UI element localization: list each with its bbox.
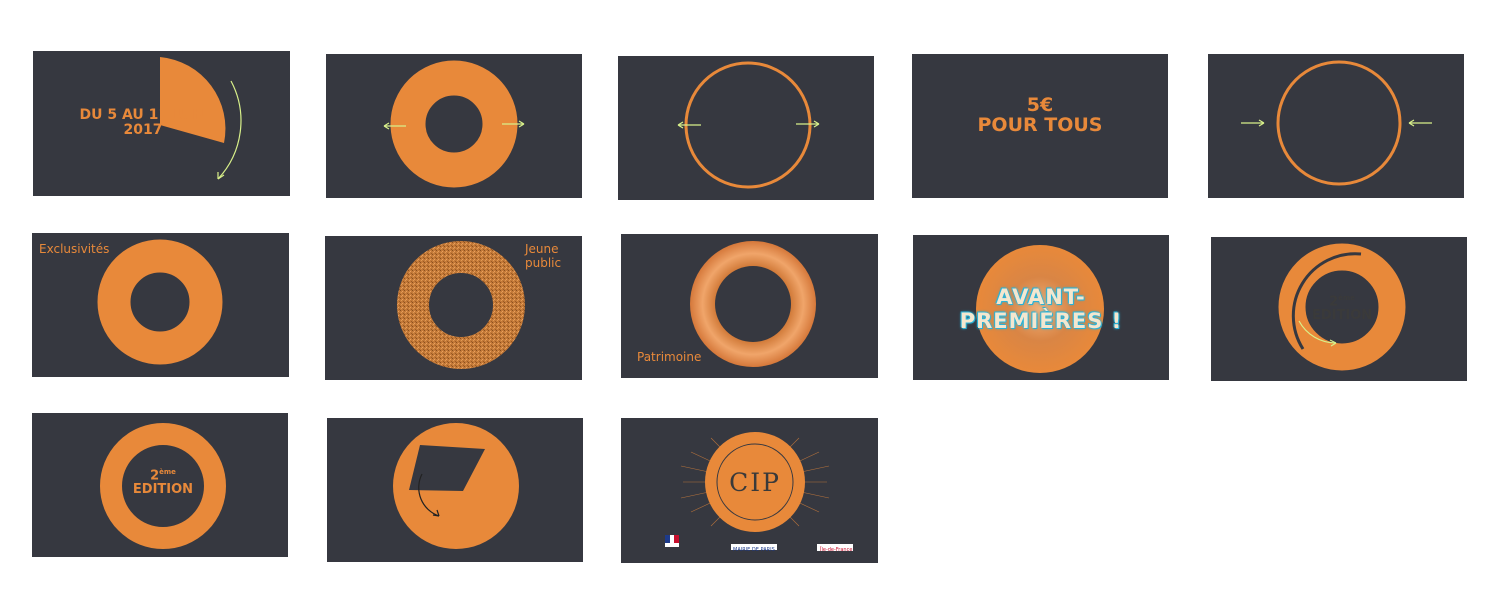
edition-word: EDITION xyxy=(132,481,194,497)
year-text: 2017 xyxy=(123,121,163,138)
storyboard-frame-13: CIP MAIRIE DE PARIS Île-de-France xyxy=(621,418,878,563)
storyboard-frame-5 xyxy=(1208,54,1464,198)
avant-premieres-line1: AVANT- xyxy=(996,285,1086,309)
ile-de-france-logo: Île-de-France xyxy=(820,547,853,553)
cip-logo-text: CIP xyxy=(729,468,781,497)
edition-ordinal: 2ème xyxy=(150,468,176,484)
storyboard-frame-7: Jeune public xyxy=(325,236,582,380)
storyboard-frame-10: 2ème EDITION xyxy=(1211,237,1467,381)
date-range-text: DU 5 AU 11 JUIN xyxy=(79,107,207,123)
storyboard-frame-11: 2ème EDITION xyxy=(32,413,288,557)
patrimoine-label: Patrimoine xyxy=(637,350,702,364)
storyboard-frame-8: Patrimoine xyxy=(621,234,878,378)
price-text: 5€ xyxy=(1026,94,1054,116)
storyboard-frame-9: AVANT- PREMIÈRES ! xyxy=(913,235,1169,380)
for-all-text: POUR TOUS xyxy=(977,113,1103,136)
storyboard-frame-1: DU 5 AU 11 JUIN 2017 xyxy=(33,51,290,196)
exclusivites-label: Exclusivités xyxy=(39,242,110,256)
ring-expand-graphic xyxy=(383,60,525,188)
disc-cutout-graphic xyxy=(393,423,519,549)
edition-ordinal: 2ème xyxy=(1329,294,1355,310)
avant-premieres-line2: PREMIÈRES ! xyxy=(959,309,1123,333)
mairie-de-paris-logo: MAIRIE DE PARIS xyxy=(733,547,775,553)
edition-word: EDITION xyxy=(1312,307,1373,323)
thin-ring-graphic xyxy=(677,61,820,189)
storyboard-frame-2 xyxy=(326,54,582,198)
storyboard-frame-6: Exclusivités xyxy=(32,233,289,377)
thin-ring-contract-graphic xyxy=(1241,60,1432,186)
storyboard-frame-3 xyxy=(618,56,874,200)
storyboard-frame-12 xyxy=(327,418,583,562)
storyboard-frame-4: 5€ POUR TOUS xyxy=(912,54,1168,198)
jeune-public-label: Jeune public xyxy=(525,242,562,270)
